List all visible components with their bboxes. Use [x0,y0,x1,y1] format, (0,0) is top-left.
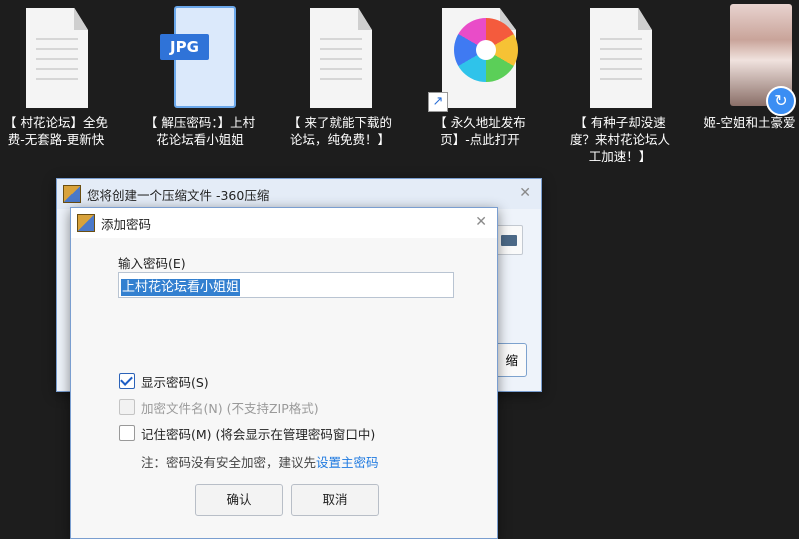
encrypt-filenames-checkbox[interactable] [119,399,135,415]
desktop-item-label: 【 解压密码：】上村花论坛看小姐姐 [144,115,256,147]
archive-app-icon [63,185,81,203]
close-icon[interactable]: ✕ [519,185,531,201]
add-password-dialog: 添加密码 ✕ 输入密码(E) 上村花论坛看小姐姐 显示密码(S) 加密文件名(N… [70,207,498,539]
archive-app-icon [77,214,95,232]
desktop-item-label: 【 村花论坛】全免费-无套路-更新快 [4,115,108,147]
desktop-item-2[interactable]: JPG 【 解压密码：】上村花论坛看小姐姐 [144,4,256,148]
desktop-item-6[interactable]: ↻ 姬-空姐和土豪爱 [700,4,799,131]
desktop-item-label: 【 有种子却没速度？来村花论坛人工加速！】 [569,115,670,164]
text-document-icon [564,4,676,112]
desktop-item-4[interactable]: ↗ 【 永久地址发布页】-点此打开 [424,4,536,148]
set-master-password-link[interactable]: 设置主密码 [316,455,379,470]
password-label: 输入密码(E) [118,256,186,271]
note-text: 注：密码没有安全加密，建议先 [141,455,317,470]
player-badge-icon: ↻ [766,86,796,116]
text-document-icon [284,4,396,112]
password-value: 上村花论坛看小姐姐 [121,279,241,296]
browse-folder-button[interactable] [495,225,523,255]
remember-password-label[interactable]: 记住密码(M) (将会显示在管理密码窗口中) [141,424,375,443]
shortcut-arrow-icon: ↗ [428,92,448,112]
close-icon[interactable]: ✕ [475,214,487,230]
folder-icon [501,235,517,246]
desktop-item-3[interactable]: 【 来了就能下载的论坛，纯免费！】 [284,4,396,148]
pinwheel-icon [454,18,518,82]
show-password-checkbox[interactable] [119,373,135,389]
cancel-button[interactable]: 取消 [291,484,379,516]
encrypt-filenames-label: 加密文件名(N) (不支持ZIP格式) [141,401,319,416]
video-thumbnail-icon: ↻ [700,4,799,116]
text-document-icon [0,4,112,112]
jpg-badge: JPG [160,34,209,60]
window-title: 您将创建一个压缩文件 -360压缩 [87,187,270,203]
desktop-item-5[interactable]: 【 有种子却没速度？来村花论坛人工加速！】 [564,4,676,165]
desktop-item-1[interactable]: 【 村花论坛】全免费-无套路-更新快 [0,4,112,148]
desktop-item-label: 【 来了就能下载的论坛，纯免费！】 [288,115,392,147]
jpg-image-icon: JPG [144,4,256,112]
desktop-item-label: 姬-空姐和土豪爱 [703,115,796,130]
browser-shortcut-icon: ↗ [424,4,536,112]
window-titlebar: 您将创建一个压缩文件 -360压缩 [57,179,541,209]
dialog-title: 添加密码 [101,216,152,232]
password-input[interactable]: 上村花论坛看小姐姐 [118,272,454,298]
security-note: 注：密码没有安全加密，建议先设置主密码 [141,452,379,471]
show-password-label[interactable]: 显示密码(S) [141,372,209,391]
dialog-titlebar: 添加密码 [71,208,497,238]
remember-password-checkbox[interactable] [119,425,135,441]
ok-button[interactable]: 确认 [195,484,283,516]
desktop-item-label: 【 永久地址发布页】-点此打开 [434,115,526,147]
